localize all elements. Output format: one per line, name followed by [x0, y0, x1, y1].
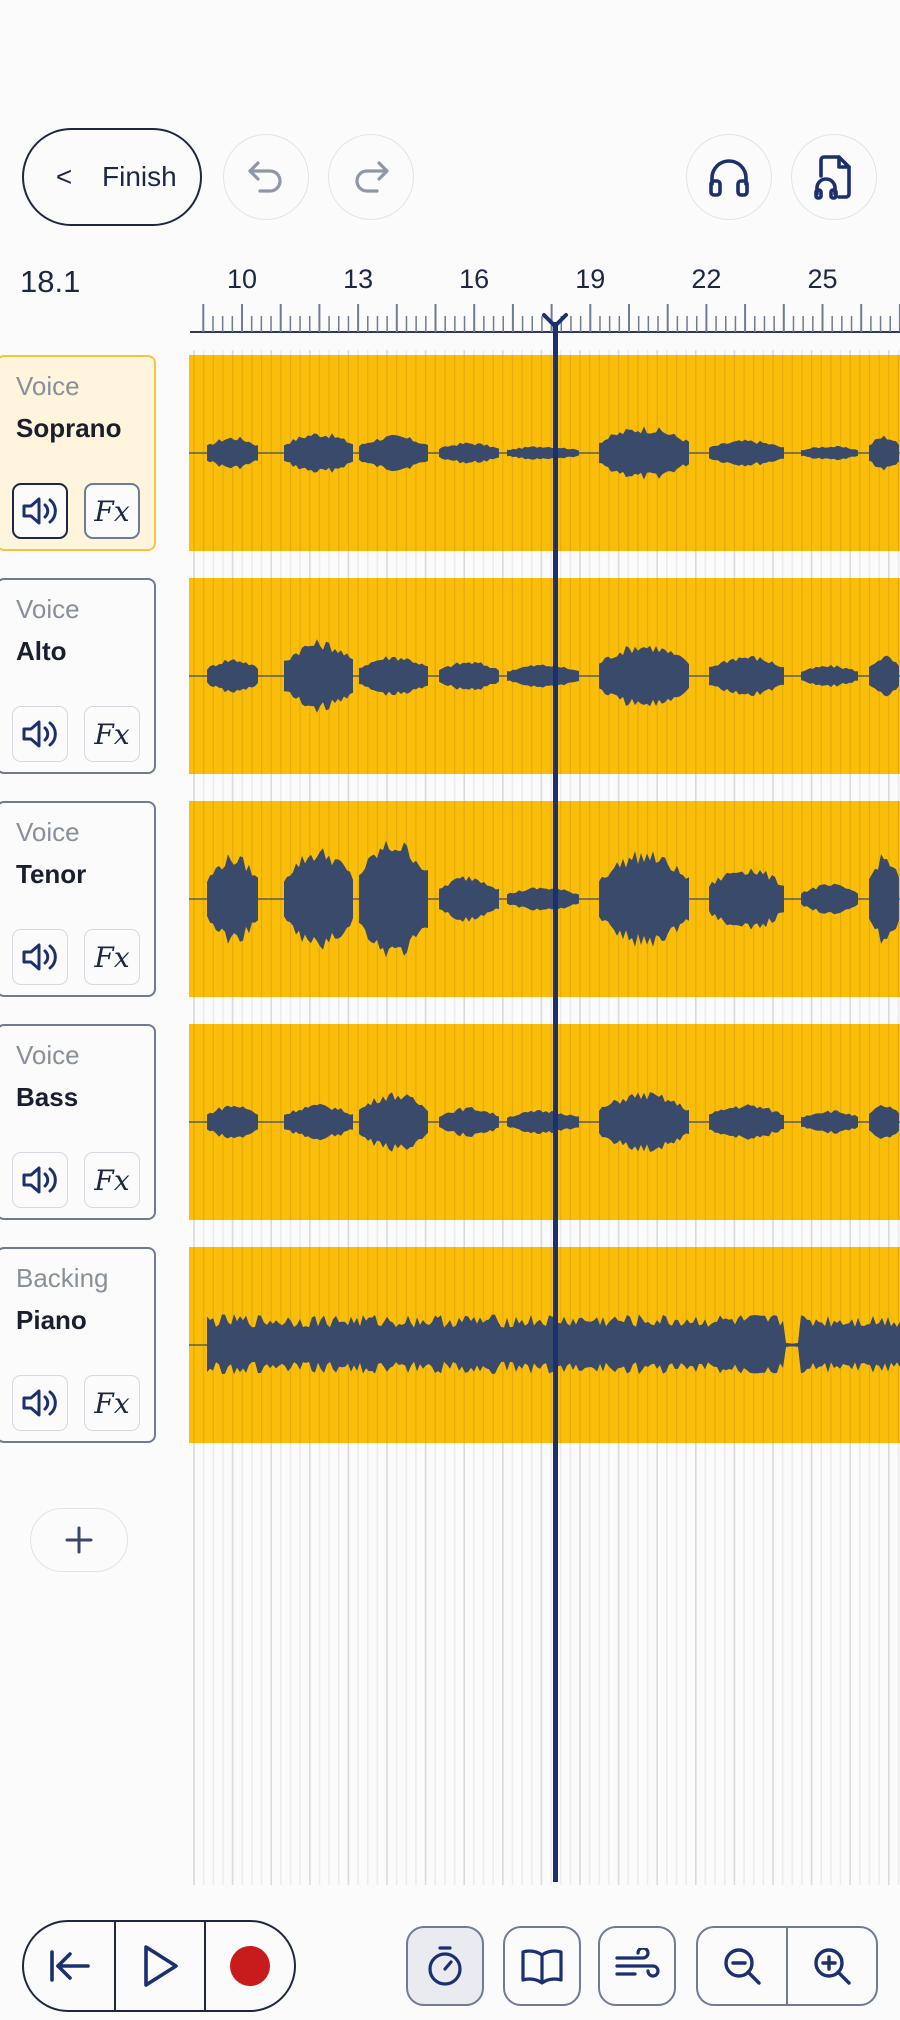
- skip-to-start-button[interactable]: [24, 1922, 114, 2010]
- headphones-button[interactable]: [686, 134, 772, 220]
- playhead-marker-icon[interactable]: [542, 312, 569, 330]
- waveform: [189, 1247, 900, 1443]
- track-header-alto[interactable]: Voice Alto Fx: [0, 578, 156, 774]
- waveform: [189, 1024, 900, 1220]
- speaker-icon: [22, 720, 57, 748]
- track-name: Alto: [16, 636, 67, 666]
- audio-clip-tenor[interactable]: [189, 801, 900, 997]
- track-header-piano[interactable]: Backing Piano Fx: [0, 1247, 156, 1443]
- mute-button[interactable]: [12, 1375, 68, 1431]
- undo-icon: [248, 161, 282, 193]
- undo-button[interactable]: [223, 134, 309, 220]
- track-category: Voice: [16, 817, 80, 847]
- ruler-tick-label: 19: [575, 264, 606, 294]
- track-category: Voice: [16, 594, 80, 624]
- ruler-tick-label: 10: [226, 264, 258, 294]
- lyrics-book-button[interactable]: [503, 1926, 581, 2006]
- zoom-in-button[interactable]: [786, 1928, 876, 2004]
- finish-label: Finish: [102, 161, 177, 192]
- wind-icon: [615, 1948, 660, 1978]
- record-button[interactable]: [204, 1922, 294, 2010]
- add-track-button[interactable]: [30, 1508, 128, 1572]
- redo-button[interactable]: [328, 134, 414, 220]
- redo-icon: [355, 161, 389, 193]
- track-category: Voice: [16, 1040, 80, 1070]
- play-icon: [144, 1945, 178, 1987]
- metronome-icon: [428, 1946, 462, 1986]
- play-button[interactable]: [114, 1922, 204, 2010]
- ruler-tick-label: 22: [691, 264, 722, 294]
- track-header-bass[interactable]: Voice Bass Fx: [0, 1024, 156, 1220]
- speaker-icon: [22, 943, 57, 971]
- fx-button[interactable]: Fx: [84, 1152, 140, 1208]
- ruler-tick-label: 16: [459, 264, 490, 294]
- speaker-icon: [22, 497, 57, 525]
- zoom-out-button[interactable]: [698, 1928, 786, 2004]
- headphones-icon: [709, 159, 749, 197]
- track-name: Tenor: [16, 859, 87, 889]
- audio-file-icon: [814, 155, 851, 200]
- track-category: Backing: [16, 1263, 109, 1293]
- track-category: Voice: [16, 371, 80, 401]
- chevron-left-icon: <: [55, 161, 73, 192]
- track-name: Bass: [16, 1082, 79, 1112]
- record-icon: [230, 1946, 270, 1986]
- transport-controls: [22, 1920, 296, 2012]
- ruler-tick-label: 25: [807, 264, 838, 294]
- waveform: [189, 355, 900, 551]
- skip-to-start-icon: [50, 1950, 90, 1982]
- metronome-button[interactable]: [406, 1926, 484, 2006]
- track-name: Piano: [16, 1305, 87, 1335]
- track-header-soprano[interactable]: Voice Soprano Fx: [0, 355, 156, 551]
- plus-icon: [65, 1526, 93, 1554]
- fx-button[interactable]: Fx: [84, 929, 140, 985]
- position-readout: 18.1: [20, 264, 81, 299]
- waveform: [189, 578, 900, 774]
- track-header-tenor[interactable]: Voice Tenor Fx: [0, 801, 156, 997]
- fx-button[interactable]: Fx: [84, 706, 140, 762]
- mute-button[interactable]: [12, 1152, 68, 1208]
- breath-wind-button[interactable]: [598, 1926, 676, 2006]
- waveform: [189, 801, 900, 997]
- mute-button[interactable]: [12, 929, 68, 985]
- speaker-icon: [22, 1166, 57, 1194]
- playhead[interactable]: [552, 322, 558, 1882]
- zoom-in-icon: [814, 1948, 851, 1985]
- export-audio-button[interactable]: [791, 134, 877, 220]
- finish-button[interactable]: < Finish: [22, 128, 202, 226]
- book-icon: [521, 1949, 563, 1985]
- audio-clip-soprano[interactable]: [189, 355, 900, 551]
- speaker-icon: [22, 1389, 57, 1417]
- audio-clip-alto[interactable]: [189, 578, 900, 774]
- audio-clip-bass[interactable]: [189, 1024, 900, 1220]
- fx-button[interactable]: Fx: [84, 1375, 140, 1431]
- audio-clip-piano[interactable]: [189, 1247, 900, 1443]
- mute-button[interactable]: [12, 706, 68, 762]
- fx-button[interactable]: Fx: [84, 483, 140, 539]
- ruler-tick-label: 13: [343, 264, 374, 294]
- mute-button[interactable]: [12, 483, 68, 539]
- zoom-out-icon: [724, 1948, 761, 1985]
- zoom-controls: [696, 1926, 878, 2006]
- track-name: Soprano: [16, 413, 122, 443]
